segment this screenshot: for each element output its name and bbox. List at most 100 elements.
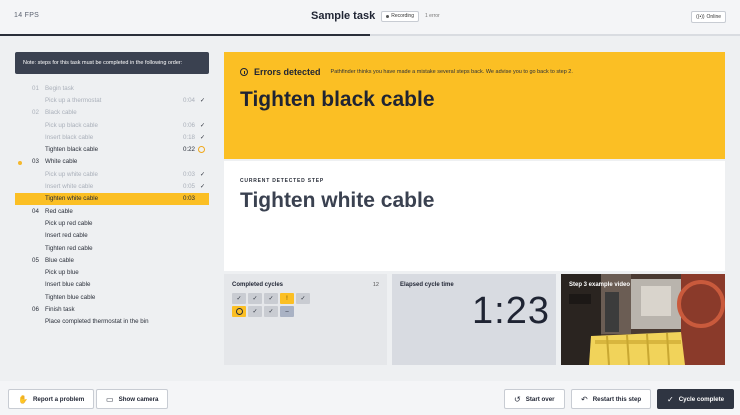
error-count: 1 error <box>425 13 440 19</box>
cycle-cell[interactable]: ! <box>280 293 294 304</box>
current-step-panel: CURRENT DETECTED STEP Tighten white cabl… <box>224 161 725 271</box>
restart-label: Restart this step <box>592 395 642 403</box>
step-label: Finish task <box>45 305 75 313</box>
check-icon: ✓ <box>199 171 205 178</box>
step-item-12[interactable]: Insert red cable <box>15 230 209 242</box>
step-item-9[interactable]: Tighten white cable 0:03 <box>15 192 209 205</box>
step-number: 02 <box>32 109 39 117</box>
hand-icon: ✋ <box>18 394 28 404</box>
step-item-4[interactable]: Insert black cable 0:18 ✓ <box>15 131 209 143</box>
check-icon: ✓ <box>199 97 205 104</box>
step-label: White cable <box>45 158 78 166</box>
report-label: Report a problem <box>32 395 85 403</box>
step-label: Pick up black cable <box>45 121 98 129</box>
step-label: Begin task <box>45 84 74 92</box>
warning-icon <box>198 146 205 154</box>
check-icon: ✓ <box>199 184 205 191</box>
step-number: 04 <box>32 207 39 215</box>
current-bullet-icon <box>18 160 22 165</box>
step-item-19[interactable]: Place completed thermostat in the bin <box>15 316 209 328</box>
example-video-panel[interactable]: Step 3 example video <box>561 274 725 365</box>
step-time: 0:18 <box>182 133 195 141</box>
step-group-18[interactable]: 06 Finish task <box>15 303 209 315</box>
report-problem-button[interactable]: ✋ Report a problem <box>8 389 95 409</box>
error-step: Tighten black cable <box>240 88 435 111</box>
step-label: Place completed thermostat in the bin <box>45 318 149 326</box>
cycle-cell-in-progress[interactable] <box>232 306 246 317</box>
online-status-button[interactable]: ((•)) Online <box>691 11 726 23</box>
step-item-5[interactable]: Tighten black cable 0:22 <box>15 143 209 155</box>
title-group: Sample task Recording 1 error <box>311 10 440 22</box>
step-number: 01 <box>32 84 39 92</box>
signal-icon: ((•)) <box>696 14 705 20</box>
cycles-grid: ✓ ✓ ✓! ✓ ✓ ✓ – <box>232 293 310 317</box>
record-dot-icon <box>386 14 390 18</box>
error-panel: Errors detected Pathfinder thinks you ha… <box>224 52 725 159</box>
step-label: Pick up white cable <box>45 170 98 178</box>
step-label: Insert blue cable <box>45 281 91 289</box>
cycle-cell[interactable]: ✓ <box>248 306 262 317</box>
step-item-11[interactable]: Pick up red cable <box>15 217 209 229</box>
step-label: Pick up red cable <box>45 219 93 227</box>
error-title: Errors detected <box>254 67 321 77</box>
show-camera-button[interactable]: ▭ Show camera <box>96 389 169 409</box>
step-group-14[interactable]: 05 Blue cable <box>15 254 209 266</box>
step-label: Red cable <box>45 207 73 215</box>
step-time: 0:22 <box>182 146 195 154</box>
step-time: 0:03 <box>182 170 195 178</box>
undo-icon: ↺ <box>514 394 521 404</box>
step-item-17[interactable]: Tighten blue cable <box>15 291 209 303</box>
camera-label: Show camera <box>118 395 159 403</box>
task-progress-bar <box>0 34 740 36</box>
start-over-button[interactable]: ↺ Start over <box>504 389 565 409</box>
step-time: 0:05 <box>182 183 195 191</box>
step-label: Insert white cable <box>45 183 94 191</box>
start-over-label: Start over <box>525 395 555 403</box>
bottom-bar: ✋ Report a problem ▭ Show camera ↺ Start… <box>0 381 740 415</box>
step-group-0[interactable]: 01 Begin task <box>15 82 209 94</box>
step-item-15[interactable]: Pick up blue <box>15 266 209 278</box>
task-title: Sample task <box>311 10 376 22</box>
cycles-title: Completed cycles <box>232 282 284 288</box>
elapsed-time-panel: Elapsed cycle time 1:23 <box>392 274 556 365</box>
cycle-cell[interactable]: ✓ <box>232 293 246 304</box>
step-group-2[interactable]: 02 Black cable <box>15 107 209 119</box>
step-label: Insert red cable <box>45 232 88 240</box>
alert-icon <box>240 68 248 76</box>
fps-counter: 14 FPS <box>14 12 40 19</box>
recording-badge[interactable]: Recording <box>381 10 419 22</box>
step-group-10[interactable]: 04 Red cable <box>15 205 209 217</box>
step-item-7[interactable]: Pick up white cable 0:03 ✓ <box>15 168 209 180</box>
step-item-8[interactable]: Insert white cable 0:05 ✓ <box>15 180 209 192</box>
step-time: 0:04 <box>182 96 195 104</box>
step-label: Pick up blue <box>45 269 79 277</box>
step-item-13[interactable]: Tighten red cable <box>15 242 209 254</box>
order-note: Note: steps for this task must be comple… <box>15 52 209 74</box>
step-item-1[interactable]: Pick up a thermostat 0:04 ✓ <box>15 94 209 106</box>
step-label: Tighten white cable <box>45 195 99 203</box>
step-list: 01 Begin task Pick up a thermostat 0:04 ✓ 02 B… <box>15 82 209 328</box>
step-label: Tighten black cable <box>45 146 99 154</box>
online-label: Online <box>706 14 721 20</box>
clock-icon <box>235 308 243 315</box>
cycle-cell[interactable]: ✓ <box>264 306 278 317</box>
current-step-name: Tighten white cable <box>240 189 435 212</box>
completed-cycles-panel: Completed cycles 12 ✓ ✓ ✓! ✓ ✓ ✓ – <box>224 274 387 365</box>
step-item-16[interactable]: Insert blue cable <box>15 279 209 291</box>
step-label: Tighten red cable <box>45 244 93 252</box>
elapsed-time: 1:23 <box>472 290 550 332</box>
step-label: Black cable <box>45 109 77 117</box>
restart-step-button[interactable]: ↶ Restart this step <box>571 389 652 409</box>
cycle-complete-button[interactable]: ✓ Cycle complete <box>657 389 735 409</box>
cycle-cell[interactable]: ✓ <box>248 293 262 304</box>
step-label: Blue cable <box>45 256 74 264</box>
cycle-cell[interactable]: ✓ <box>264 293 278 304</box>
step-group-6[interactable]: 03 White cable <box>15 156 209 168</box>
restart-icon: ↶ <box>581 394 588 404</box>
step-number: 05 <box>32 256 39 264</box>
check-icon: ✓ <box>199 122 205 129</box>
current-step-label: CURRENT DETECTED STEP <box>240 178 325 184</box>
cycle-cell[interactable]: ✓ <box>296 293 310 304</box>
step-item-3[interactable]: Pick up black cable 0:06 ✓ <box>15 119 209 131</box>
cycle-cell[interactable]: – <box>280 306 294 317</box>
